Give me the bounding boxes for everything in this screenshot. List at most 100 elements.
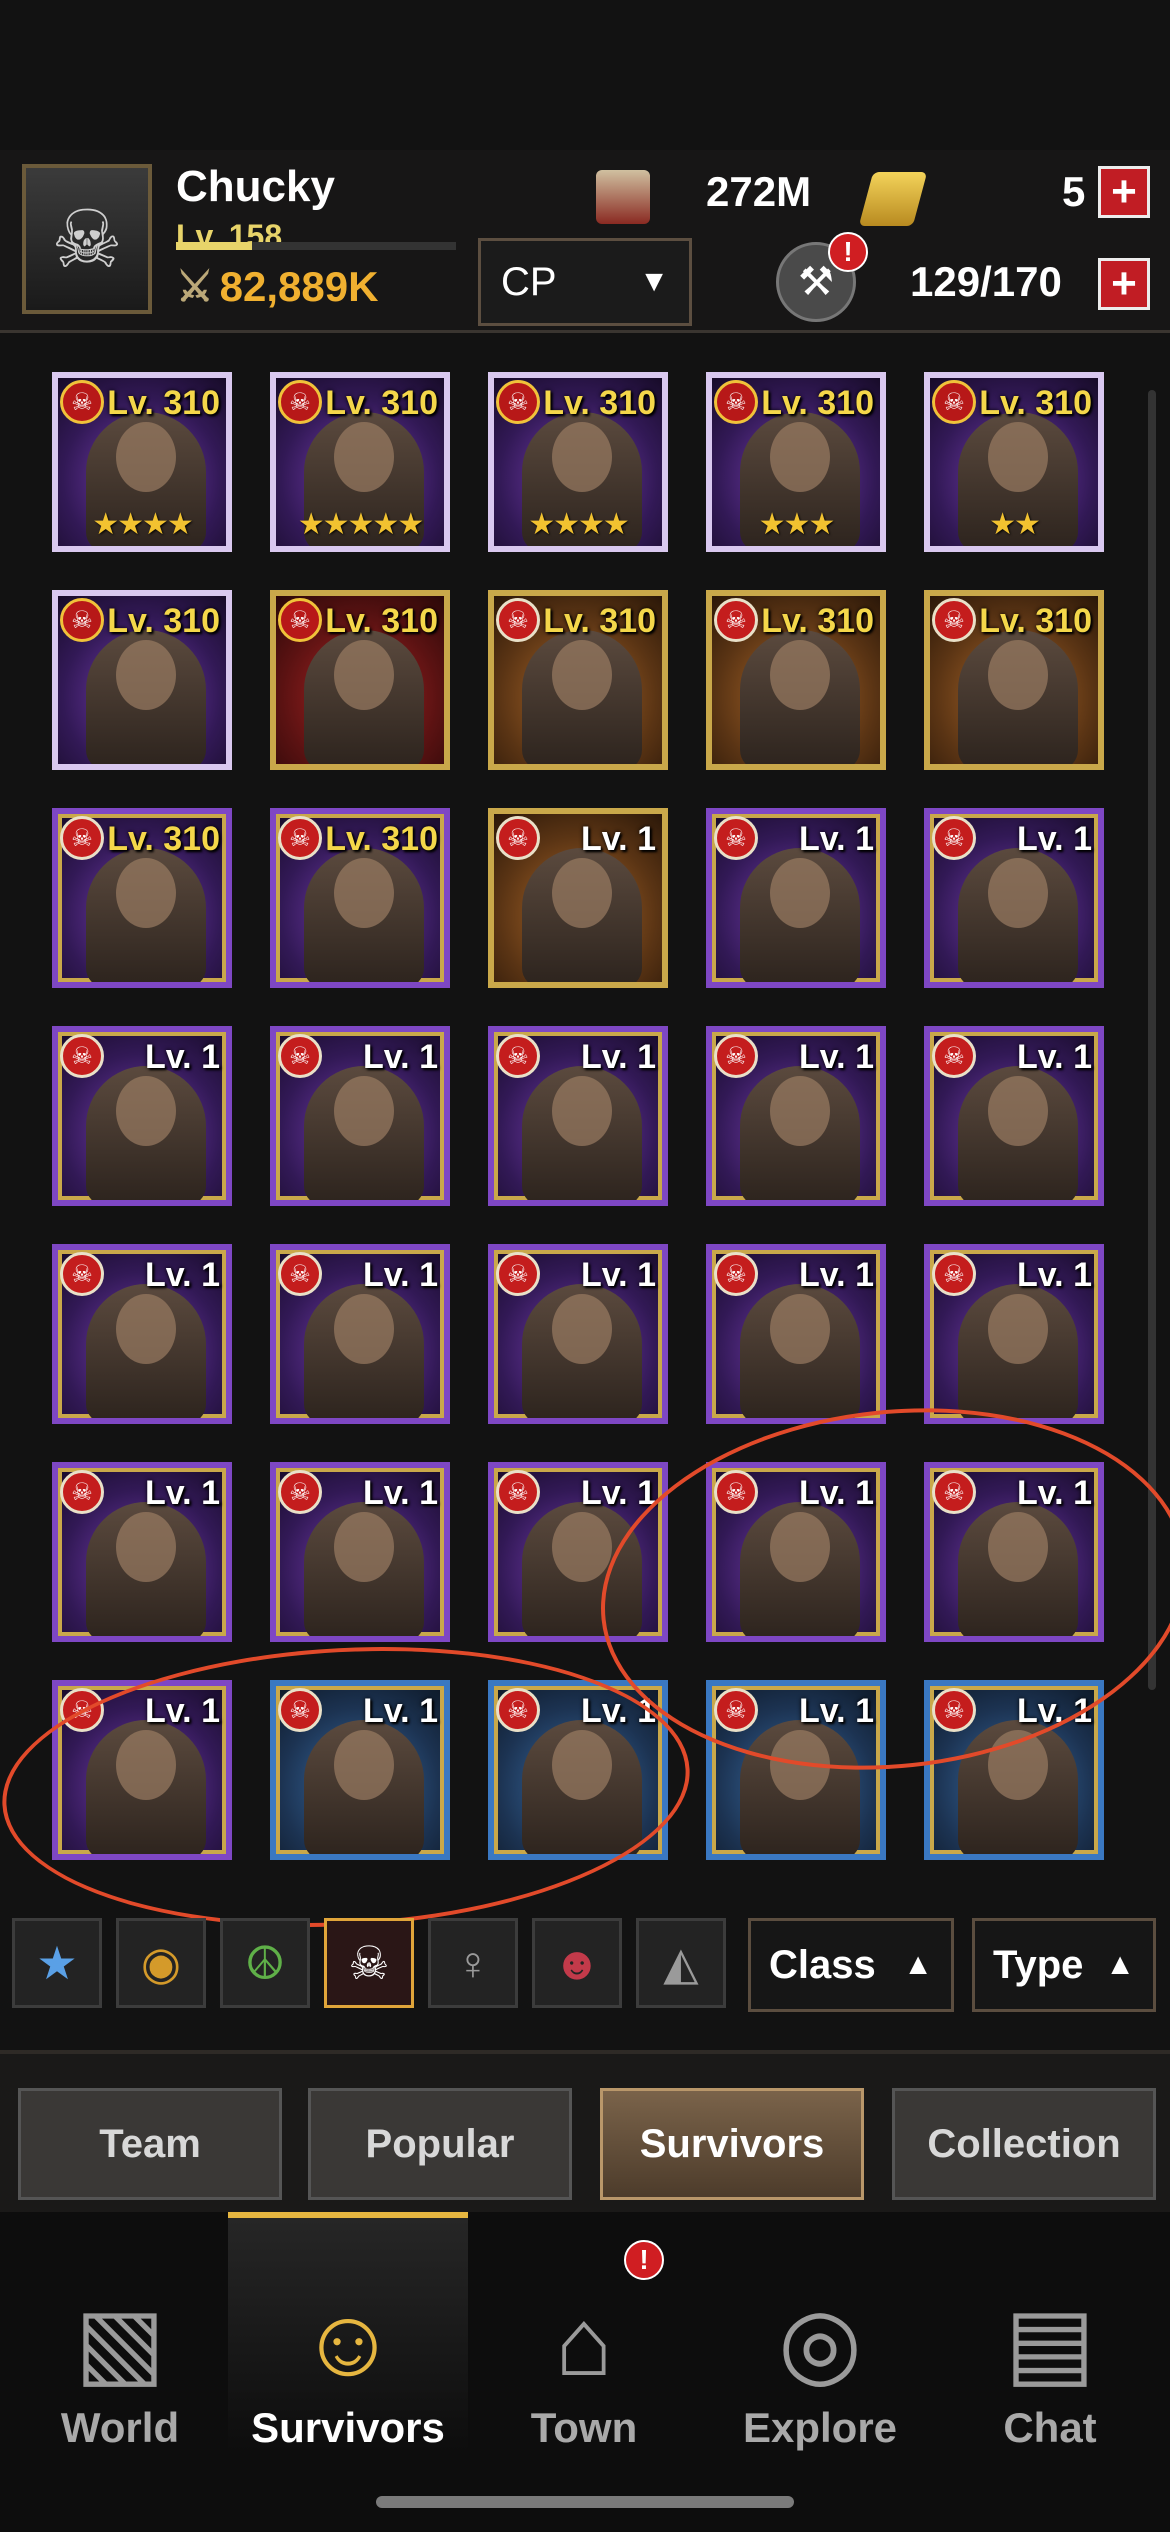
survivor-portrait <box>958 848 1078 982</box>
faction-skull-icon: ☠ <box>278 1252 322 1296</box>
faction-skull-icon: ☠ <box>60 1034 104 1078</box>
survivor-card[interactable]: ☠ Lv. 1 <box>270 1462 450 1642</box>
town-hall-icon: ⌂ <box>555 2289 613 2396</box>
survivor-level: Lv. 310 <box>543 384 656 422</box>
faction-skull-icon: ☠ <box>60 380 104 424</box>
alert-badge: ! <box>828 232 868 272</box>
add-roster-button[interactable]: + <box>1098 258 1150 310</box>
tab-collection[interactable]: Collection <box>892 2088 1156 2200</box>
survivor-level: Lv. 310 <box>107 602 220 640</box>
beast-faction-icon[interactable]: ◉ <box>116 1918 206 2008</box>
faction-skull-icon: ☠ <box>60 816 104 860</box>
faction-skull-icon: ☠ <box>932 1470 976 1514</box>
survivor-card[interactable]: ☠ Lv. 1 <box>924 1244 1104 1424</box>
survivor-card[interactable]: ☠ Lv. 310 <box>488 590 668 770</box>
tab-survivors[interactable]: Survivors <box>600 2088 864 2200</box>
tab-popular[interactable]: Popular <box>308 2088 572 2200</box>
survivor-level: Lv. 310 <box>325 602 438 640</box>
faction-skull-icon: ☠ <box>278 598 322 642</box>
skull-pirate-avatar-icon: ☠ <box>51 194 123 284</box>
survivor-portrait <box>522 1720 642 1854</box>
survivor-card[interactable]: ☠ Lv. 1 <box>924 1026 1104 1206</box>
skull-faction-icon[interactable]: ☠ <box>324 1918 414 2008</box>
survivor-portrait <box>740 1502 860 1636</box>
peace-faction-icon[interactable]: ☮ <box>220 1918 310 2008</box>
add-gold-button[interactable]: + <box>1098 166 1150 218</box>
nav-chat[interactable]: ▤ Chat <box>930 2212 1170 2452</box>
survivor-card[interactable]: ☠ Lv. 310 ★★★★ <box>52 372 232 552</box>
nav-survivors[interactable]: ☺ Survivors <box>228 2212 468 2452</box>
survivor-card[interactable]: ☠ Lv. 1 <box>924 1462 1104 1642</box>
tab-team[interactable]: Team <box>18 2088 282 2200</box>
nav-world[interactable]: ▧ World <box>0 2212 240 2452</box>
nav-explore[interactable]: ◎ Explore <box>700 2212 940 2452</box>
binoculars-icon: ◎ <box>778 2289 862 2396</box>
faction-skull-icon: ☠ <box>496 816 540 860</box>
survivor-card[interactable]: ☠ Lv. 310 <box>706 590 886 770</box>
survivor-card[interactable]: ☠ Lv. 1 <box>488 1680 668 1860</box>
faction-skull-icon: ☠ <box>932 816 976 860</box>
survivor-card[interactable]: ☠ Lv. 310 <box>270 590 450 770</box>
survivor-card[interactable]: ☠ Lv. 310 ★★ <box>924 372 1104 552</box>
player-avatar[interactable]: ☠ <box>22 164 152 314</box>
survivor-card[interactable]: ☠ Lv. 1 <box>706 1026 886 1206</box>
sort-select[interactable]: CP ▼ <box>478 238 692 326</box>
survivor-card[interactable]: ☠ Lv. 1 <box>706 1462 886 1642</box>
survivor-portrait-icon: ☺ <box>298 2289 397 2396</box>
survivor-card[interactable]: ☠ Lv. 1 <box>270 1680 450 1860</box>
survivor-portrait <box>522 1066 642 1200</box>
nav-world-label: World <box>60 2404 180 2451</box>
survivor-card[interactable]: ☠ Lv. 1 <box>488 1244 668 1424</box>
type-filter-dropdown[interactable]: Type ▲ <box>972 1918 1156 2012</box>
faction-skull-icon: ☠ <box>278 816 322 860</box>
survivor-card[interactable]: ☠ Lv. 1 <box>52 1462 232 1642</box>
survivor-card[interactable]: ☠ Lv. 1 <box>52 1026 232 1206</box>
faction-skull-icon: ☠ <box>496 380 540 424</box>
survivor-card[interactable]: ☠ Lv. 1 <box>488 808 668 988</box>
survivor-card[interactable]: ☠ Lv. 1 <box>270 1026 450 1206</box>
survivor-card[interactable]: ☠ Lv. 1 <box>488 1026 668 1206</box>
survivor-card[interactable]: ☠ Lv. 310 <box>270 808 450 988</box>
survivor-card[interactable]: ☠ Lv. 1 <box>488 1462 668 1642</box>
survivor-level: Lv. 1 <box>799 1692 874 1730</box>
faction-skull-icon: ☠ <box>496 598 540 642</box>
faction-skull-icon: ☠ <box>278 1688 322 1732</box>
faction-skull-icon: ☠ <box>278 380 322 424</box>
survivor-card[interactable]: ☠ Lv. 310 <box>924 590 1104 770</box>
survivor-card[interactable]: ☠ Lv. 1 <box>52 1680 232 1860</box>
grid-scrollbar[interactable] <box>1148 390 1156 1690</box>
survivor-level: Lv. 1 <box>581 1256 656 1294</box>
class-filter-label: Class <box>769 1942 876 1987</box>
roster-capacity: 129/170 <box>910 258 1062 305</box>
survivor-level: Lv. 1 <box>145 1474 220 1512</box>
survivor-portrait <box>304 1502 424 1636</box>
hood-faction-icon[interactable]: ◭ <box>636 1918 726 2008</box>
survivor-portrait <box>304 1720 424 1854</box>
bandana-faction-icon[interactable]: ☻ <box>532 1918 622 2008</box>
survivor-card[interactable]: ☠ Lv. 1 <box>924 808 1104 988</box>
survivor-card[interactable]: ☠ Lv. 1 <box>270 1244 450 1424</box>
survivor-card[interactable]: ☠ Lv. 1 <box>706 1244 886 1424</box>
survivor-card[interactable]: ☠ Lv. 310 ★★★★ <box>488 372 668 552</box>
survivor-card[interactable]: ☠ Lv. 310 ★★★ <box>706 372 886 552</box>
survivor-card[interactable]: ☠ Lv. 1 <box>706 808 886 988</box>
woman-faction-icon[interactable]: ♀ <box>428 1918 518 2008</box>
survivor-card[interactable]: ☠ Lv. 1 <box>706 1680 886 1860</box>
faction-skull-icon: ☠ <box>60 598 104 642</box>
survivor-card[interactable]: ☠ Lv. 310 <box>52 590 232 770</box>
survivor-card[interactable]: ☠ Lv. 310 ★★★★★ <box>270 372 450 552</box>
survivor-grid: ☠ Lv. 310 ★★★★ ☠ Lv. 310 ★★★★★ ☠ Lv. 310 ★★★★ ☠ Lv… <box>52 372 1112 1860</box>
nav-town[interactable]: ⌂ Town <box>464 2212 704 2452</box>
survivor-card[interactable]: ☠ Lv. 1 <box>52 1244 232 1424</box>
class-filter-dropdown[interactable]: Class ▲ <box>748 1918 954 2012</box>
star-faction-icon[interactable]: ★ <box>12 1918 102 2008</box>
survivor-level: Lv. 1 <box>145 1256 220 1294</box>
survivor-level: Lv. 1 <box>1017 1038 1092 1076</box>
survivor-card[interactable]: ☠ Lv. 1 <box>924 1680 1104 1860</box>
survivor-level: Lv. 1 <box>799 1474 874 1512</box>
survivor-portrait <box>86 848 206 982</box>
survivor-portrait <box>958 1066 1078 1200</box>
survivor-card[interactable]: ☠ Lv. 310 <box>52 808 232 988</box>
radio-icon: ▤ <box>1004 2289 1096 2396</box>
survivor-level: Lv. 1 <box>1017 1256 1092 1294</box>
